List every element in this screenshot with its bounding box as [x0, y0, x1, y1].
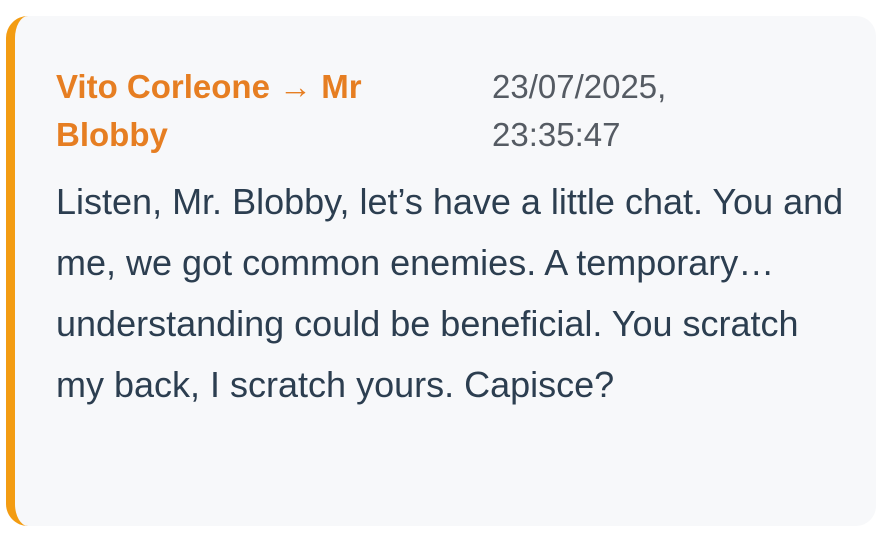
message-card: Vito Corleone → Mr Blobby 23/07/2025, 23…: [6, 16, 876, 526]
message-timestamp: 23/07/2025, 23:35:47: [492, 68, 667, 153]
sender-recipient-label: Vito Corleone → Mr Blobby: [56, 63, 446, 159]
sender-name: Vito Corleone: [56, 68, 270, 105]
message-body: Listen, Mr. Blobby, let’s have a little …: [56, 181, 844, 405]
arrow-icon: →: [279, 68, 313, 105]
